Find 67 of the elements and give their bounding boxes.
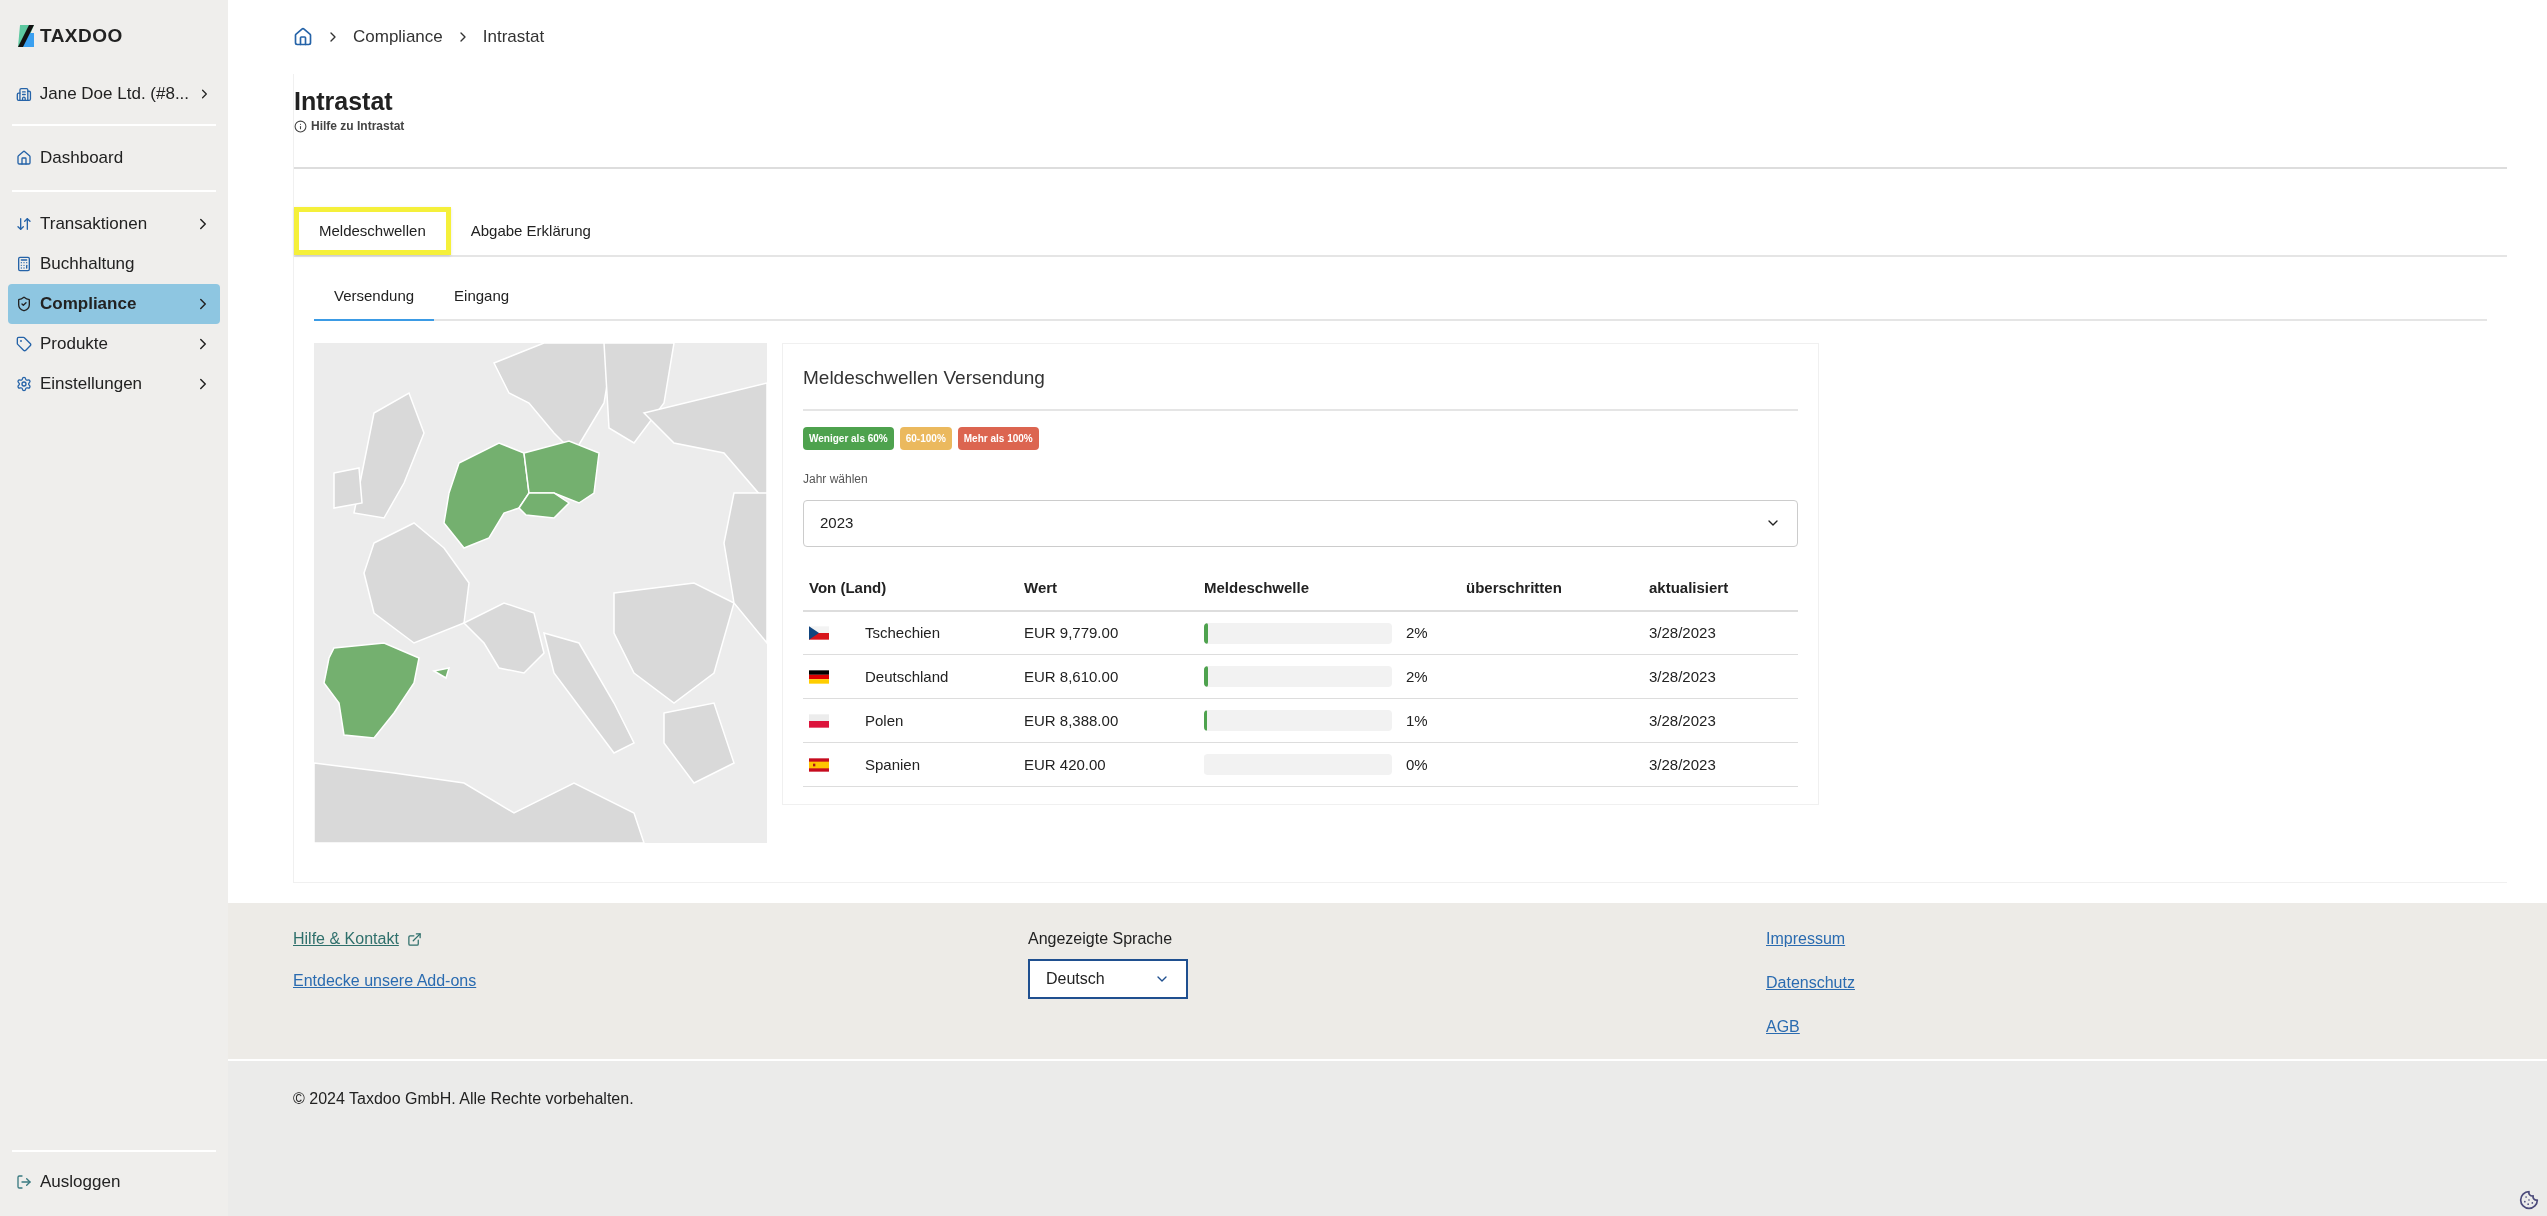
footer-link[interactable]: AGB xyxy=(1766,1015,1855,1039)
table-cell: EUR 8,388.00 xyxy=(1024,711,1119,729)
account-switcher[interactable]: Jane Doe Ltd. (#8... xyxy=(8,76,220,112)
settings-icon xyxy=(16,376,32,392)
column-header: Von (Land) xyxy=(809,579,887,596)
table-cell: 3/28/2023 xyxy=(1649,667,1716,685)
column-header: Wert xyxy=(1024,579,1058,596)
sidebar-item[interactable]: Transaktionen xyxy=(8,204,220,244)
column-header: überschritten xyxy=(1466,579,1562,596)
language-select[interactable]: Deutsch xyxy=(1028,959,1188,999)
table-cell: EUR 420.00 xyxy=(1024,755,1106,773)
logo-icon xyxy=(16,25,36,47)
arrows-icon xyxy=(16,216,32,232)
footer-link[interactable]: Entdecke unsere Add-ons xyxy=(293,969,477,993)
breadcrumb-link[interactable]: Compliance xyxy=(353,24,443,50)
sidebar-item[interactable]: Compliance xyxy=(8,284,220,324)
field-label: Angezeigte Sprache xyxy=(1028,929,1174,949)
help-link[interactable]: Hilfe zu Intrastat xyxy=(311,117,405,136)
tag-icon xyxy=(16,336,32,352)
home-icon[interactable] xyxy=(293,27,313,47)
logout-icon xyxy=(16,1174,32,1190)
cookie-icon[interactable] xyxy=(2519,1190,2539,1210)
column-header: aktualisiert xyxy=(1649,579,1729,596)
calculator-icon xyxy=(16,256,32,272)
year-select[interactable]: 2023 xyxy=(803,499,1798,547)
table-cell-text: Spanien xyxy=(865,754,921,775)
legend-badge: 60-100% xyxy=(899,426,952,450)
table-cell: 3/28/2023 xyxy=(1649,711,1716,729)
tab[interactable]: Abgabe Erklärung xyxy=(450,207,611,256)
tab[interactable]: Meldeschwellen xyxy=(294,207,451,256)
table-cell-text: 0% xyxy=(1406,754,1428,775)
footer-link[interactable]: Hilfe & Kontakt xyxy=(293,927,399,951)
sidebar-item[interactable]: Produkte xyxy=(8,324,220,364)
table-cell: EUR 9,779.00 xyxy=(1024,623,1119,641)
table-cell-text: 2% xyxy=(1406,666,1428,687)
logout-button[interactable]: Ausloggen xyxy=(8,1164,220,1200)
legend-badge: Weniger als 60% xyxy=(803,426,894,450)
copyright-text: © 2024 Taxdoo GmbH. Alle Rechte vorbehalten. xyxy=(293,1090,634,1107)
footer-link[interactable]: Datenschutz xyxy=(1766,971,1855,995)
table-cell-text: Tschechien xyxy=(865,622,941,643)
external-link-icon xyxy=(406,931,422,947)
table-cell: EUR 8,610.00 xyxy=(1024,667,1119,685)
table-cell-text: 2% xyxy=(1406,622,1428,643)
page-title: Intrastat xyxy=(294,86,394,117)
footer-link[interactable]: Impressum xyxy=(1766,927,1855,951)
flag-icon xyxy=(809,713,829,728)
field-label: Jahr wählen xyxy=(803,470,869,488)
card-title: Meldeschwellen Versendung xyxy=(803,364,1798,411)
table-cell: 3/28/2023 xyxy=(1649,755,1716,773)
sidebar-item[interactable]: Buchhaltung xyxy=(8,244,220,284)
table-cell-text: 1% xyxy=(1406,710,1428,731)
legend-badge: Mehr als 100% xyxy=(957,426,1039,450)
tab[interactable]: Eingang xyxy=(434,273,530,320)
info-icon xyxy=(294,119,307,133)
table-cell: 3/28/2023 xyxy=(1649,623,1716,641)
table-cell-text: Polen xyxy=(865,710,904,731)
table-cell-text: Deutschland xyxy=(865,666,949,687)
sidebar-item[interactable]: Einstellungen xyxy=(8,364,220,404)
column-header: Meldeschwelle xyxy=(1204,579,1310,596)
shield-icon xyxy=(16,296,32,312)
flag-icon xyxy=(809,626,829,640)
flag-icon xyxy=(809,669,829,684)
sidebar-item[interactable]: Dashboard xyxy=(8,138,220,178)
home-icon xyxy=(16,150,32,166)
logo-text: TAXDOO xyxy=(40,23,123,48)
tab[interactable]: Versendung xyxy=(314,273,435,322)
flag-icon xyxy=(809,757,829,772)
